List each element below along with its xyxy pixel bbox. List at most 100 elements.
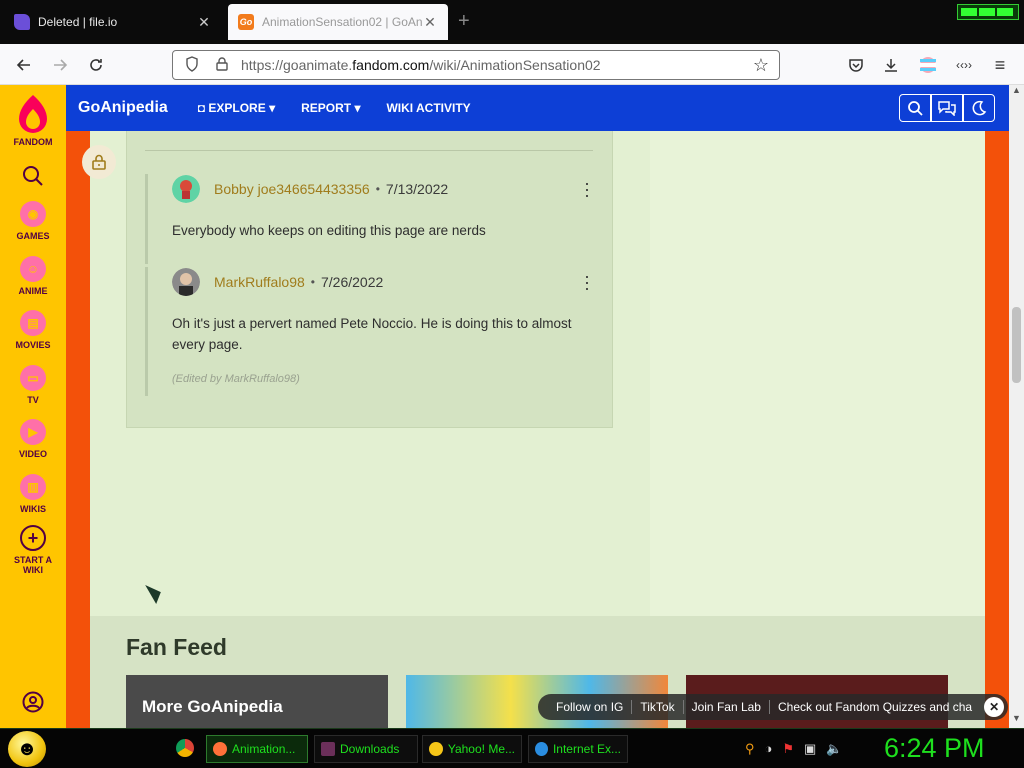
tiktok-link[interactable]: TikTok	[632, 700, 684, 714]
address-bar[interactable]: https://goanimate.fandom.com/wiki/Animat…	[172, 50, 780, 80]
network-icon[interactable]: ▣	[804, 741, 816, 757]
rail-item-games[interactable]: ◉ GAMES	[0, 201, 66, 241]
bookmark-star-icon[interactable]: ☆	[749, 55, 773, 76]
pocket-icon[interactable]	[842, 52, 870, 78]
close-tab-icon[interactable]: ✕	[422, 14, 438, 31]
social-toaster: Follow on IG TikTok Join Fan Lab Check o…	[538, 694, 1009, 720]
clock[interactable]: 6:24 PM	[884, 733, 985, 764]
downloads-icon[interactable]	[877, 52, 905, 78]
rail-label: TV	[27, 395, 39, 405]
rail-item-tv[interactable]: ▭ TV	[0, 365, 66, 405]
internet-explorer-icon	[535, 742, 548, 756]
smiley-icon: ☻	[16, 737, 38, 760]
status-icon[interactable]: ◑	[765, 741, 773, 757]
back-arrow-icon	[16, 59, 30, 71]
downloads-folder-icon	[321, 742, 335, 756]
reload-button[interactable]	[82, 52, 110, 78]
fan-feed-card[interactable]: More GoAnipedia	[126, 675, 388, 728]
lock-icon[interactable]	[211, 56, 233, 74]
rail-label: VIDEO	[18, 449, 47, 459]
start-button[interactable]: ☻	[8, 731, 46, 767]
rail-label: MOVIES	[15, 340, 51, 350]
extension-icon[interactable]: ‹‹››	[950, 52, 978, 78]
system-tray: ⚲ ◑ ⚑ ▣ 🔈	[745, 741, 843, 757]
rail-search[interactable]	[0, 165, 66, 187]
taskbar-button-yahoo[interactable]: Yahoo! Me...	[422, 735, 522, 763]
clapper-icon: ▤	[20, 310, 46, 336]
taskbar-button-firefox[interactable]: Animation...	[206, 735, 308, 763]
nav-explore[interactable]: ◘ EXPLORE ▾	[198, 101, 275, 115]
browser-tab-bar: Deleted | file.io ✕ Go AnimationSensatio…	[0, 0, 1024, 44]
rail-label: ANIME	[18, 286, 48, 296]
separator-dot: •	[310, 275, 315, 289]
discussions-icon	[938, 101, 956, 116]
rail-label: GAMES	[16, 231, 50, 241]
scroll-down-icon[interactable]: ▼	[1012, 713, 1021, 723]
yahoo-messenger-icon	[429, 742, 443, 756]
scroll-up-icon[interactable]: ▲	[1012, 85, 1021, 95]
chrome-icon[interactable]	[176, 739, 194, 757]
menu-hamburger-icon[interactable]: ≡	[986, 52, 1014, 78]
nav-wiki-activity[interactable]: WIKI ACTIVITY	[386, 101, 470, 115]
fandom-logo-icon	[19, 95, 47, 133]
rail-item-movies[interactable]: ▤ MOVIES	[0, 310, 66, 350]
taskbar: ☻ Animation... Downloads Yahoo! Me... In…	[0, 728, 1024, 768]
shield-icon[interactable]	[181, 55, 203, 75]
wiki-name[interactable]: GoAnipedia	[78, 99, 168, 117]
fandom-logo[interactable]: FANDOM	[0, 93, 66, 147]
follow-ig-link[interactable]: Follow on IG	[548, 700, 633, 714]
user-icon	[22, 691, 44, 713]
rail-item-wikis[interactable]: ▥ WIKIS	[0, 474, 66, 514]
moon-icon	[972, 100, 987, 116]
forward-button[interactable]	[46, 52, 74, 78]
card-title: More GoAnipedia	[142, 697, 283, 716]
scrollbar-thumb[interactable]	[1012, 307, 1021, 383]
comment-author[interactable]: MarkRuffalo98	[214, 274, 305, 290]
rail-user[interactable]	[0, 691, 66, 713]
rail-item-start-wiki[interactable]: + START A WIKI	[0, 525, 66, 575]
comment-reply: MarkRuffalo98 • 7/26/2022 · · · Oh it's ju…	[145, 267, 593, 396]
rail-item-video[interactable]: ▶ VIDEO	[0, 419, 66, 459]
separator-dot: •	[375, 182, 380, 196]
edited-note: (Edited by MarkRuffalo98)	[172, 373, 300, 385]
account-avatar-icon[interactable]	[914, 52, 942, 78]
url-text: https://goanimate.fandom.com/wiki/Animat…	[241, 57, 601, 73]
comment-date: 7/13/2022	[385, 181, 449, 197]
quizzes-link[interactable]: Check out Fandom Quizzes and cha	[770, 700, 980, 714]
tab-title: Deleted | file.io	[38, 15, 118, 29]
goanimate-icon: Go	[238, 14, 254, 30]
nav-report[interactable]: REPORT ▾	[301, 101, 360, 115]
volume-icon[interactable]: 🔈	[826, 741, 842, 757]
comment-author[interactable]: Bobby joe346654433356	[214, 181, 370, 197]
reply-header: Bobby joe346654433356 • 7/13/2022	[172, 174, 593, 204]
search-button[interactable]	[899, 94, 931, 122]
search-icon	[908, 101, 923, 116]
more-options-icon[interactable]: · · ·	[584, 174, 590, 204]
fandom-label: FANDOM	[13, 137, 53, 147]
flag-icon[interactable]: ⚑	[782, 741, 794, 757]
reply-header: MarkRuffalo98 • 7/26/2022	[172, 267, 593, 297]
search-icon[interactable]: ⚲	[745, 741, 755, 757]
system-indicator	[957, 4, 1019, 20]
more-options-icon[interactable]: · · ·	[584, 267, 590, 297]
tab-fileio[interactable]: Deleted | file.io ✕	[4, 4, 222, 40]
taskbar-button-ie[interactable]: Internet Ex...	[528, 735, 628, 763]
close-tab-icon[interactable]: ✕	[196, 14, 212, 31]
lock-icon[interactable]	[82, 145, 116, 179]
close-icon[interactable]: ✕	[984, 697, 1005, 717]
avatar[interactable]	[172, 175, 200, 203]
tab-title: AnimationSensation02 | GoAnimate	[262, 15, 422, 29]
comment-date: 7/26/2022	[321, 274, 384, 290]
avatar[interactable]	[172, 268, 200, 296]
discussions-button[interactable]	[931, 94, 963, 122]
taskbar-button-downloads[interactable]: Downloads	[314, 735, 418, 763]
theme-toggle-button[interactable]	[963, 94, 995, 122]
new-tab-button[interactable]: +	[458, 10, 470, 33]
rail-item-anime[interactable]: ☺ ANIME	[0, 256, 66, 296]
fan-lab-link[interactable]: Join Fan Lab	[684, 700, 770, 714]
page-scrollbar[interactable]: ▲ ▼	[1009, 85, 1024, 728]
forward-arrow-icon	[54, 59, 68, 71]
web-page: FANDOM ◉ GAMES ☺ ANIME ▤ MOVIES ▭ TV ▶ V…	[0, 85, 1009, 728]
back-button[interactable]	[10, 52, 38, 78]
tab-animationsensation[interactable]: Go AnimationSensation02 | GoAnimate ✕	[228, 4, 448, 40]
